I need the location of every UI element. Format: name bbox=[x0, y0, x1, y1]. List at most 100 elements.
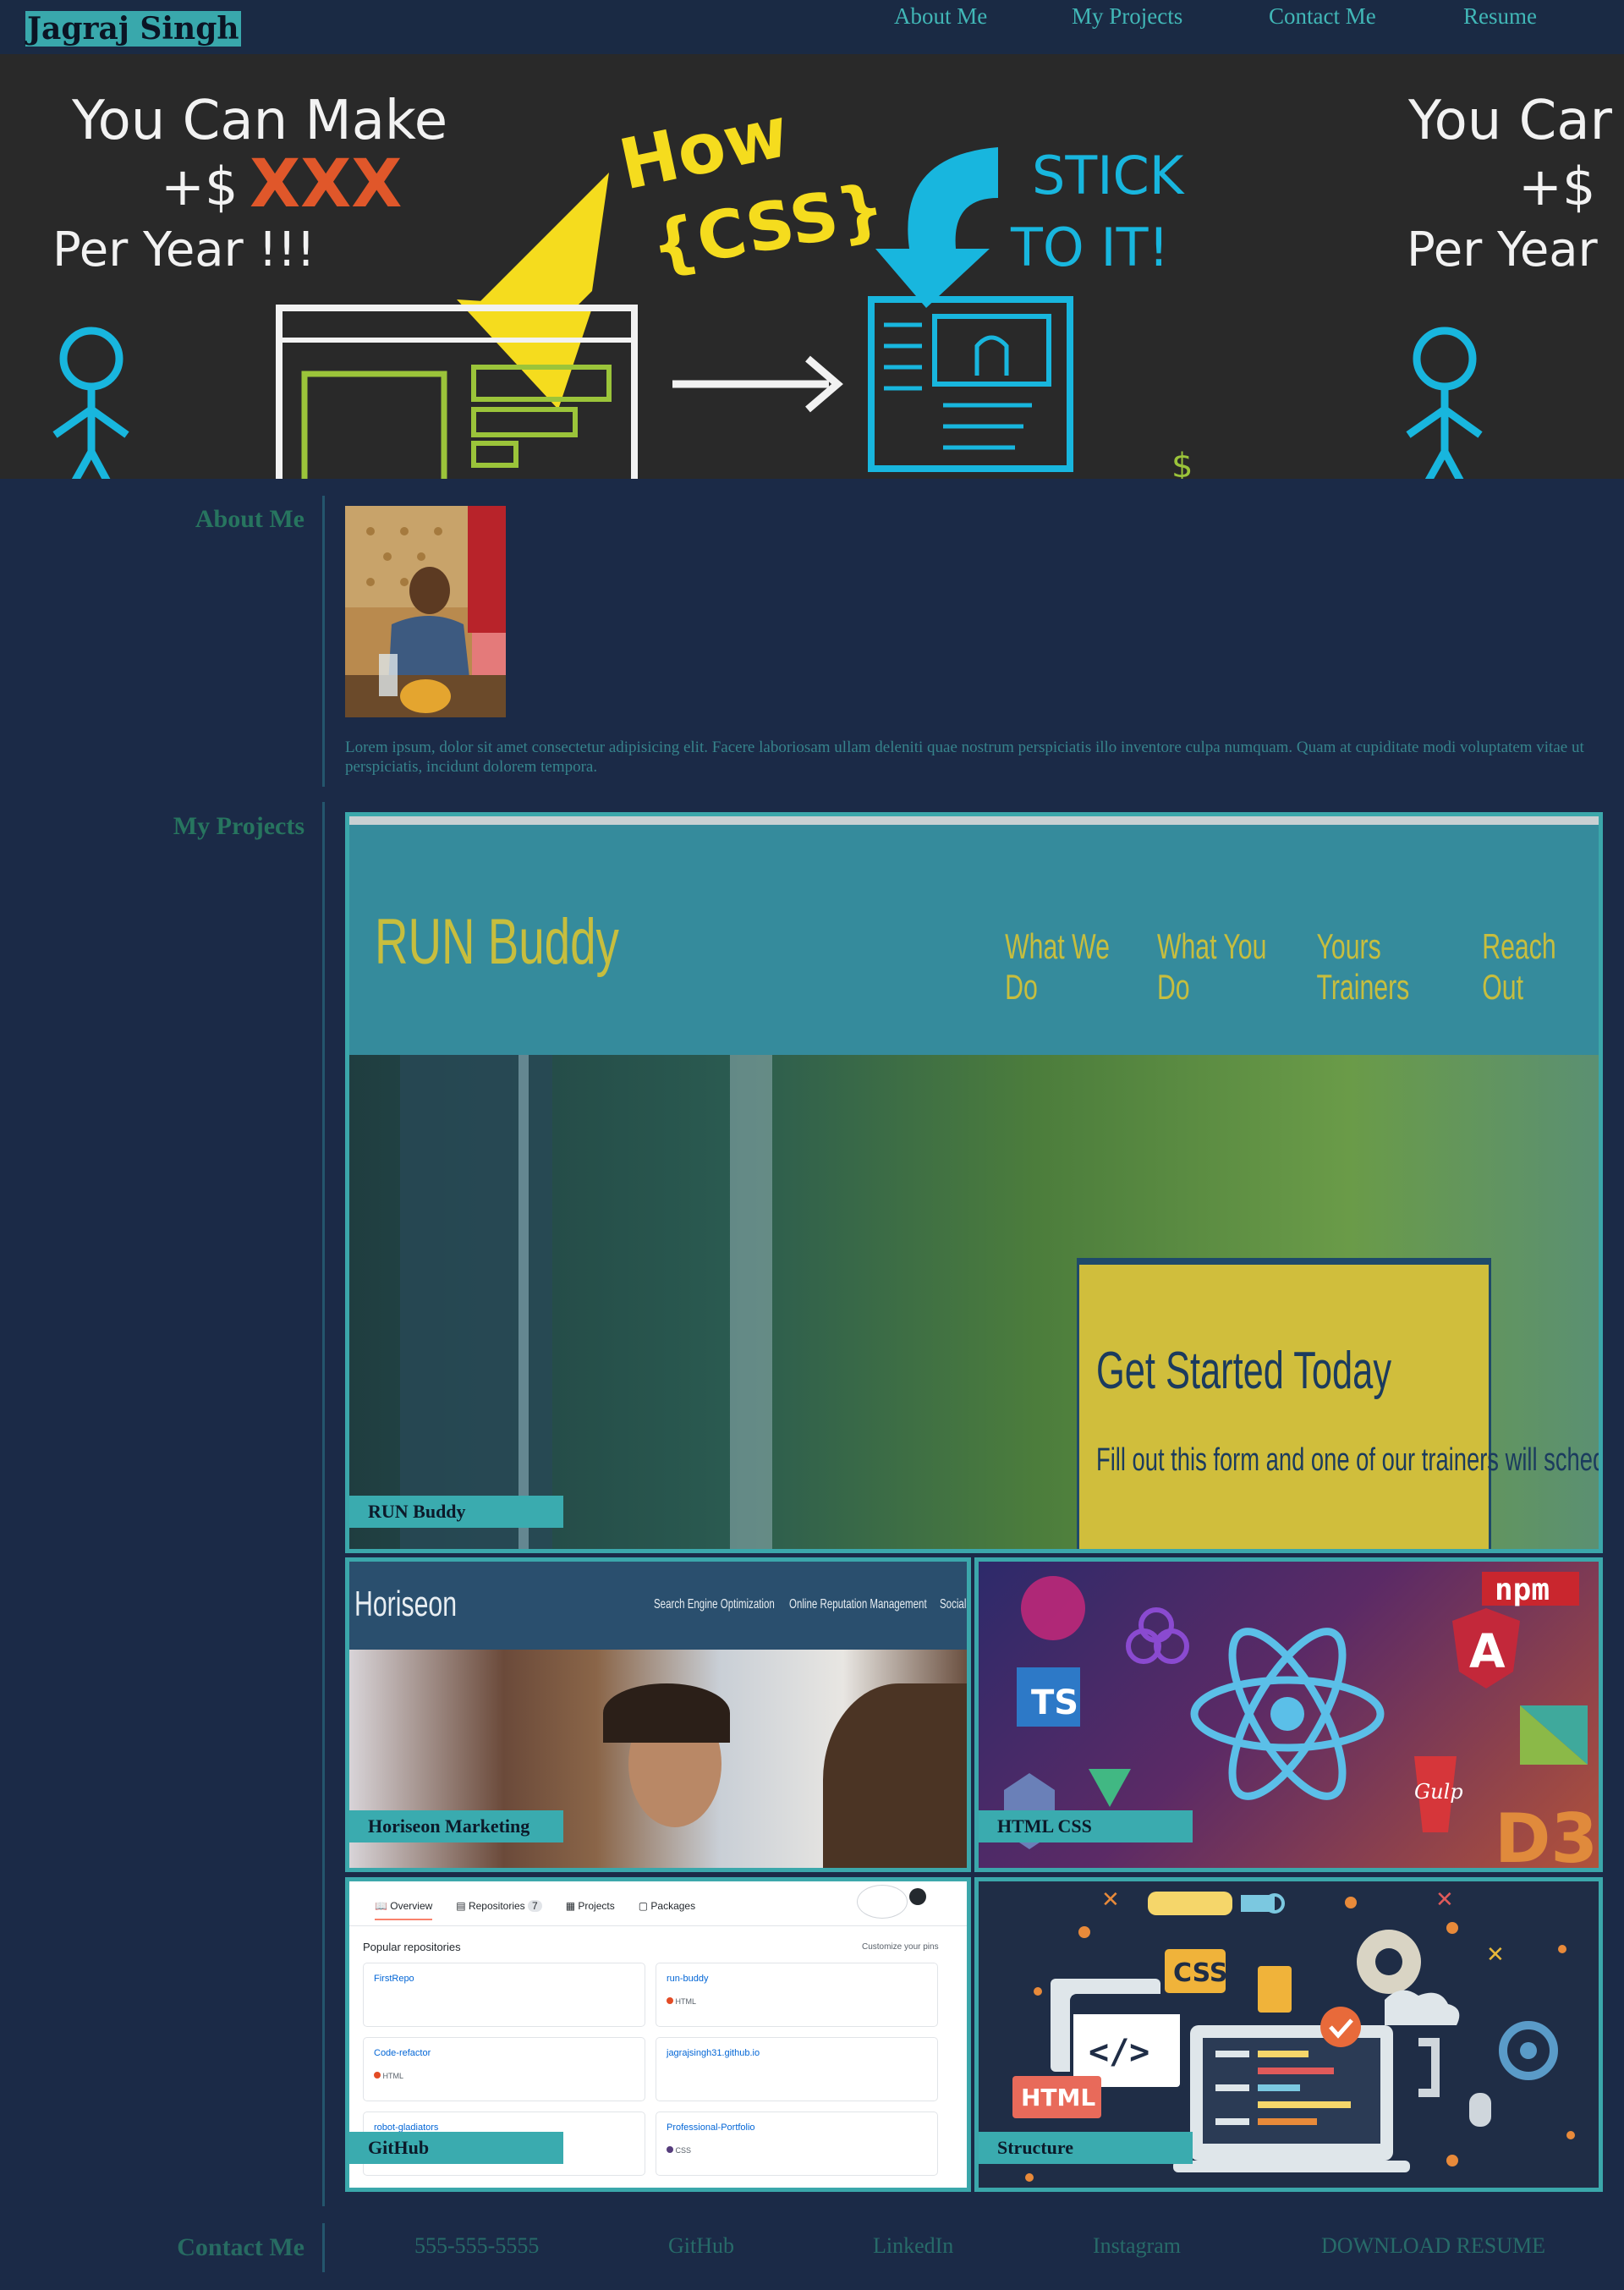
horiseon-nav: Search Engine Optimization Online Reputa… bbox=[654, 1597, 967, 1612]
d3-icon: D3 bbox=[1495, 1799, 1598, 1868]
check-badge-icon bbox=[1320, 2007, 1361, 2047]
project-label-horiseon: Horiseon Marketing bbox=[349, 1810, 563, 1842]
about-section-title: About Me bbox=[195, 505, 304, 533]
project-card-github[interactable]: 📖 Overview ▤ Repositories 7 ▦ Projects ▢… bbox=[345, 1877, 971, 2192]
github-customize-pins: Customize your pins bbox=[862, 1942, 939, 1952]
project-card-html-css[interactable]: TS A npm Gulp D3 HTML CSS bbox=[974, 1557, 1603, 1872]
runbuddy-logo: RUN Buddy bbox=[375, 906, 619, 978]
cloud-icon bbox=[1385, 1990, 1460, 2025]
nav-resume[interactable]: Resume bbox=[1463, 3, 1537, 30]
horiseon-nav-item: Social Media Marketing bbox=[940, 1597, 967, 1612]
blue-arrow-shape bbox=[875, 147, 998, 308]
gear-icon bbox=[1357, 1930, 1421, 1994]
hero-make-text-repeat: You Car bbox=[1407, 90, 1613, 152]
repo-language: HTML bbox=[374, 2072, 634, 2080]
nav-my-projects[interactable]: My Projects bbox=[1072, 3, 1182, 30]
repo-card[interactable]: run-buddy HTML bbox=[656, 1963, 938, 2027]
github-tab-projects: ▦ Projects bbox=[565, 1900, 615, 1912]
project-card-structure[interactable]: ✕ ✕ ✕ CSS </> HTML Structure bbox=[974, 1877, 1603, 2192]
github-tab-packages: ▢ Packages bbox=[638, 1900, 696, 1912]
svg-text:✕: ✕ bbox=[1486, 1942, 1505, 1968]
project-card-run-buddy[interactable]: RUN Buddy What We Do What You Do Yours T… bbox=[345, 812, 1603, 1553]
repo-card[interactable]: Code-refactor HTML bbox=[363, 2037, 645, 2101]
project-label-run-buddy: RUN Buddy bbox=[349, 1496, 563, 1528]
hero-xxx-text: XXX bbox=[250, 146, 402, 222]
svg-text:✕: ✕ bbox=[1101, 1887, 1120, 1913]
profile-photo bbox=[345, 506, 506, 717]
repo-name[interactable]: jagrajsingh31.github.io bbox=[667, 2048, 927, 2058]
runbuddy-nav-item: What You Do bbox=[1157, 926, 1267, 1007]
svg-text:✕: ✕ bbox=[1435, 1887, 1454, 1913]
projects-section-title: My Projects bbox=[173, 812, 304, 840]
github-theme-icon bbox=[909, 1888, 926, 1905]
runbuddy-nav: What We Do What You Do Yours Trainers Re… bbox=[984, 926, 1593, 1008]
project-label-structure: Structure bbox=[979, 2132, 1193, 2164]
svg-text:TS: TS bbox=[1031, 1683, 1078, 1722]
hero-illustration: You Can Make +$ XXX Per Year !!! You Car… bbox=[52, 90, 1613, 479]
repo-name[interactable]: run-buddy bbox=[667, 1974, 927, 1984]
contact-phone[interactable]: 555-555-5555 bbox=[414, 2233, 539, 2259]
horiseon-nav-item: Online Reputation Management bbox=[789, 1597, 927, 1612]
project-label-github: GitHub bbox=[349, 2132, 563, 2164]
redux-icon bbox=[1126, 1607, 1189, 1664]
horiseon-header: Horiseon Search Engine Optimization Onli… bbox=[349, 1562, 967, 1650]
contact-github-link[interactable]: GitHub bbox=[668, 2233, 734, 2259]
hero-stick-text: STICK bbox=[1032, 145, 1185, 206]
hero-toit-text: TO IT! bbox=[1010, 217, 1169, 278]
github-popular-heading: Popular repositories bbox=[363, 1941, 461, 1953]
github-tab-repositories: ▤ Repositories 7 bbox=[456, 1900, 542, 1920]
github-tabs: 📖 Overview ▤ Repositories 7 ▦ Projects ▢… bbox=[375, 1900, 695, 1920]
repo-card[interactable]: FirstRepo bbox=[363, 1963, 645, 2027]
contact-instagram-link[interactable]: Instagram bbox=[1093, 2233, 1181, 2259]
projects-divider bbox=[322, 802, 325, 2206]
repo-language: CSS bbox=[667, 2146, 927, 2155]
repo-card[interactable]: Professional-Portfolio CSS bbox=[656, 2112, 938, 2176]
project-label-html-css: HTML CSS bbox=[979, 1810, 1193, 1842]
svg-text:A: A bbox=[1469, 1624, 1506, 1678]
repo-name[interactable]: FirstRepo bbox=[374, 1974, 634, 1984]
contact-divider bbox=[322, 2223, 325, 2272]
runbuddy-cta-box: Get Started Today Fill out this form and… bbox=[1077, 1258, 1599, 1549]
svg-text:Gulp: Gulp bbox=[1414, 1780, 1463, 1804]
horiseon-logo: Horiseon bbox=[354, 1584, 458, 1623]
repo-language: HTML bbox=[667, 1997, 927, 2006]
svg-text:$: $ bbox=[1171, 447, 1193, 479]
repo-card[interactable]: jagrajsingh31.github.io bbox=[656, 2037, 938, 2101]
runbuddy-header: RUN Buddy What We Do What You Do Yours T… bbox=[349, 825, 1599, 1055]
nav-about-me[interactable]: About Me bbox=[894, 3, 987, 30]
hero-peryear-text-repeat: Per Year bbox=[1407, 222, 1599, 277]
hero-banner: You Can Make +$ XXX Per Year !!! You Car… bbox=[0, 54, 1624, 479]
runbuddy-cta-title: Get Started Today bbox=[1096, 1342, 1392, 1400]
site-header: Jagraj Singh About Me My Projects Contac… bbox=[0, 0, 1624, 54]
hero-plus-text: +$ bbox=[161, 156, 238, 217]
stick-figure-right bbox=[1406, 327, 1483, 479]
hero-plus-text-repeat: +$ bbox=[1518, 156, 1595, 217]
gear-icon-small bbox=[1499, 2021, 1558, 2080]
stick-figure-left bbox=[52, 327, 129, 479]
about-text: Lorem ipsum, dolor sit amet consectetur … bbox=[345, 739, 1584, 776]
repo-name[interactable]: Code-refactor bbox=[374, 2048, 634, 2058]
hero-make-text: You Can Make bbox=[71, 90, 447, 152]
github-tab-overview: 📖 Overview bbox=[375, 1900, 433, 1920]
mouse-icon bbox=[1469, 2093, 1491, 2127]
runbuddy-hero-image: Get Started Today Fill out this form and… bbox=[349, 1055, 1599, 1549]
contact-linkedin-link[interactable]: LinkedIn bbox=[873, 2233, 953, 2259]
repo-name[interactable]: Professional-Portfolio bbox=[667, 2123, 927, 2133]
hero-peryear-text: Per Year !!! bbox=[52, 222, 315, 277]
horiseon-nav-item: Search Engine Optimization bbox=[654, 1597, 775, 1612]
runbuddy-nav-item: Reach Out bbox=[1482, 926, 1556, 1007]
github-octocat-illustration bbox=[857, 1885, 908, 1919]
svg-text:npm: npm bbox=[1495, 1573, 1550, 1607]
runbuddy-nav-item: Yours Trainers bbox=[1316, 926, 1409, 1007]
vue-icon bbox=[1089, 1769, 1131, 1807]
project-card-horiseon[interactable]: Horiseon Search Engine Optimization Onli… bbox=[345, 1557, 971, 1872]
redux-saga-icon bbox=[1021, 1576, 1085, 1640]
svg-text:HTML: HTML bbox=[1021, 2084, 1095, 2112]
runbuddy-nav-item: What We Do bbox=[1005, 926, 1110, 1007]
brand-name[interactable]: Jagraj Singh bbox=[25, 11, 241, 47]
runbuddy-cta-text: Fill out this form and one of our traine… bbox=[1096, 1442, 1599, 1478]
bracket-icon bbox=[1418, 2038, 1440, 2097]
contact-section-title: Contact Me bbox=[177, 2233, 304, 2261]
nav-contact-me[interactable]: Contact Me bbox=[1269, 3, 1376, 30]
download-resume-link[interactable]: DOWNLOAD RESUME bbox=[1321, 2233, 1545, 2259]
